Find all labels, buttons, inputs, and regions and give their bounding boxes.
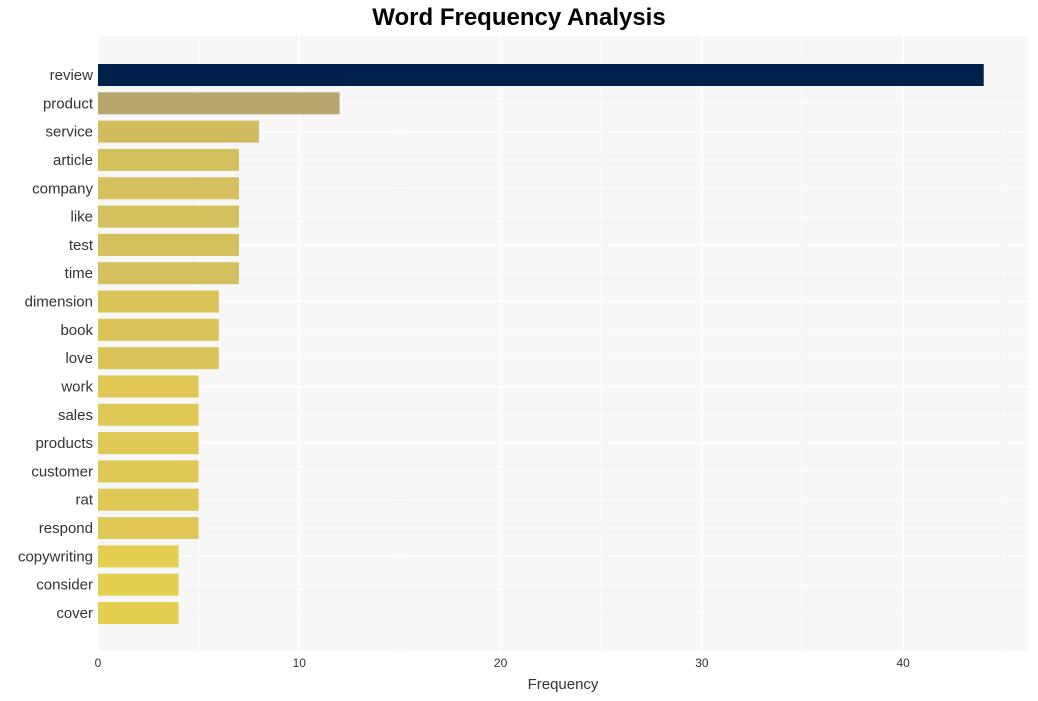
x-tick-label: 40 [897, 656, 911, 670]
x-axis-label: Frequency [528, 676, 599, 693]
y-tick-label: cover [56, 605, 93, 622]
bar-time [98, 262, 239, 285]
bar-consider [98, 573, 179, 596]
bar-chart: review product service article company like te… [18, 36, 1028, 693]
x-tick-label: 0 [95, 656, 102, 670]
bar-customer [98, 460, 199, 483]
y-tick-label: products [35, 435, 93, 452]
y-tick-label: respond [39, 520, 93, 537]
y-tick-label: test [69, 237, 94, 254]
bar-product [98, 92, 340, 115]
bar-sales [98, 403, 199, 426]
y-tick-label: rat [75, 492, 93, 509]
bar-company [98, 177, 239, 200]
bar-like [98, 205, 239, 228]
bar-dimension [98, 290, 219, 313]
x-tick-label: 30 [695, 656, 709, 670]
y-tick-label: customer [31, 463, 93, 480]
bar-service [98, 120, 260, 143]
y-tick-label: dimension [25, 294, 93, 311]
bar-love [98, 347, 219, 370]
bar-cover [98, 602, 179, 624]
bar-copywriting [98, 545, 179, 568]
y-tick-label: review [50, 67, 94, 84]
y-tick-label: copywriting [18, 548, 93, 565]
y-tick-label: time [65, 265, 93, 282]
y-tick-label: consider [36, 577, 93, 594]
y-tick-label: book [60, 322, 93, 339]
bar-review [98, 64, 984, 86]
bar-products [98, 432, 199, 455]
y-tick-label: sales [58, 407, 93, 424]
y-tick-label: love [65, 350, 93, 367]
y-tick-label: work [60, 378, 93, 395]
y-tick-label: like [70, 209, 93, 226]
y-tick-label: article [53, 152, 93, 169]
bar-rat [98, 488, 199, 511]
y-tick-label: service [45, 124, 93, 141]
bar-respond [98, 517, 199, 540]
bar-test [98, 233, 239, 256]
x-tick-label: 10 [293, 656, 307, 670]
bar-book [98, 318, 219, 341]
y-tick-label: company [32, 180, 93, 197]
bar-work [98, 375, 199, 398]
bar-article [98, 148, 239, 171]
x-tick-label: 20 [494, 656, 508, 670]
y-tick-label: product [43, 95, 94, 112]
